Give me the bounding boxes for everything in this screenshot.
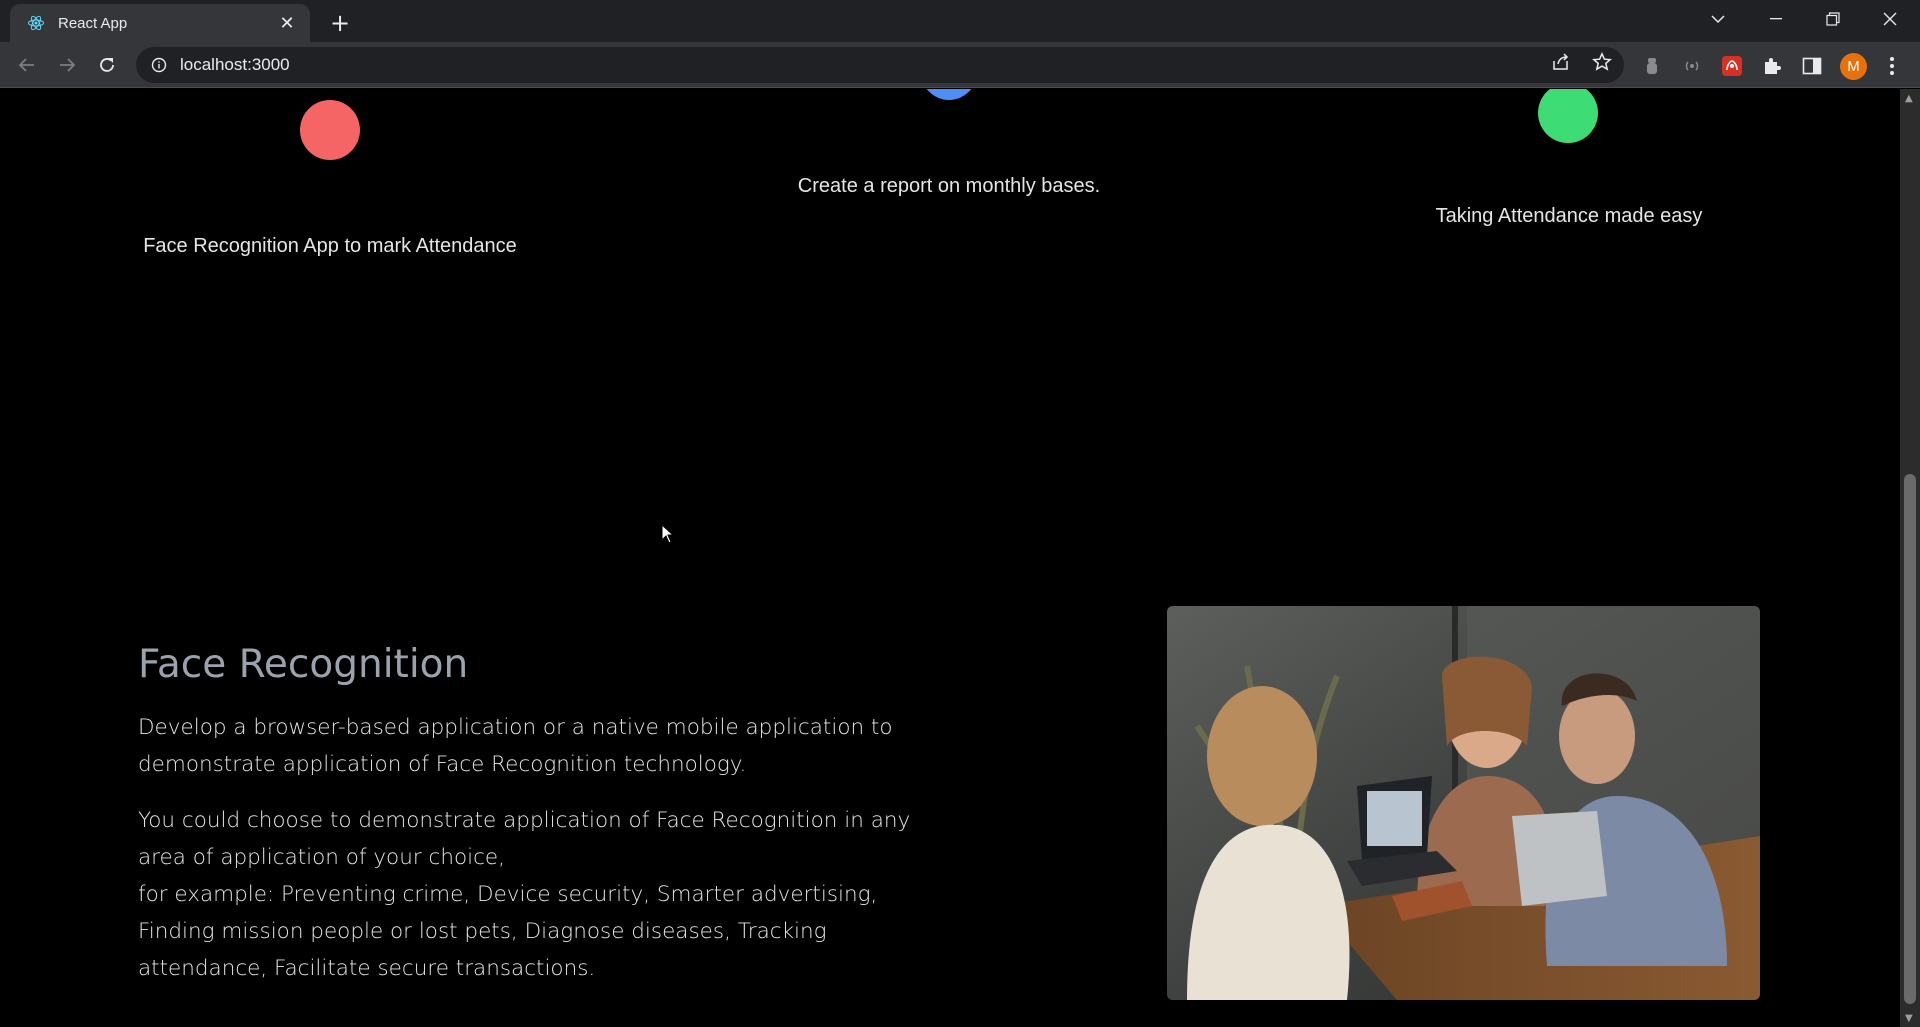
page-scrollbar[interactable]: ▲ ▼ (1900, 89, 1920, 1027)
tab-title: React App (58, 14, 128, 32)
forward-icon[interactable] (52, 50, 82, 80)
close-window-icon[interactable] (1862, 0, 1918, 38)
site-info-icon[interactable] (150, 56, 168, 74)
feature-dot-blue (921, 89, 977, 100)
feature-dot-green (1538, 89, 1598, 143)
section-paragraph-2a: You could choose to demonstrate applicat… (138, 808, 911, 870)
minimize-icon[interactable] (1748, 0, 1804, 38)
restore-icon[interactable] (1805, 0, 1861, 38)
feature-dot-red (300, 100, 360, 160)
team-meeting-photo (1167, 606, 1760, 1000)
scroll-up-icon[interactable]: ▲ (1905, 93, 1915, 104)
feature-text-attendance-easy: Taking Attendance made easy (1435, 205, 1703, 227)
browser-toolbar: localhost:3000 (0, 42, 1920, 88)
url-text: localhost:3000 (180, 55, 290, 74)
scroll-down-icon[interactable]: ▼ (1905, 1013, 1915, 1024)
broadcast-icon[interactable] (1680, 54, 1704, 78)
section-paragraph-1: Develop a browser-based application or a… (138, 715, 893, 777)
section-paragraph-2b: for example: Preventing crime, Device se… (138, 882, 878, 981)
extension-grey-icon[interactable] (1640, 54, 1664, 78)
mouse-cursor (661, 523, 675, 544)
reload-icon[interactable] (92, 50, 122, 80)
side-panel-icon[interactable] (1800, 54, 1824, 78)
address-bar[interactable]: localhost:3000 (136, 47, 1624, 83)
feature-text-monthly-report: Create a report on monthly bases. (797, 175, 1101, 197)
red-extension-icon[interactable] (1720, 54, 1744, 78)
browser-tab[interactable]: React App ✕ (10, 4, 310, 42)
feature-text-attendance-app: Face Recognition App to mark Attendance (143, 235, 517, 257)
profile-avatar[interactable]: M (1840, 53, 1867, 80)
browser-tab-strip: React App ✕ + (0, 0, 1920, 42)
browser-menu-icon[interactable] (1880, 54, 1904, 78)
new-tab-icon[interactable]: + (326, 9, 354, 37)
extensions-puzzle-icon[interactable] (1760, 54, 1784, 78)
back-icon[interactable] (12, 50, 42, 80)
section-title: Face Recognition (138, 642, 469, 687)
share-icon[interactable] (1548, 49, 1574, 75)
tab-search-icon[interactable] (1690, 0, 1746, 38)
page-content: Face Recognition App to mark Attendance … (0, 89, 1900, 1027)
react-icon (26, 13, 46, 33)
scroll-thumb[interactable] (1904, 474, 1916, 1004)
close-tab-icon[interactable]: ✕ (276, 12, 298, 34)
bookmark-star-icon[interactable] (1589, 49, 1615, 75)
